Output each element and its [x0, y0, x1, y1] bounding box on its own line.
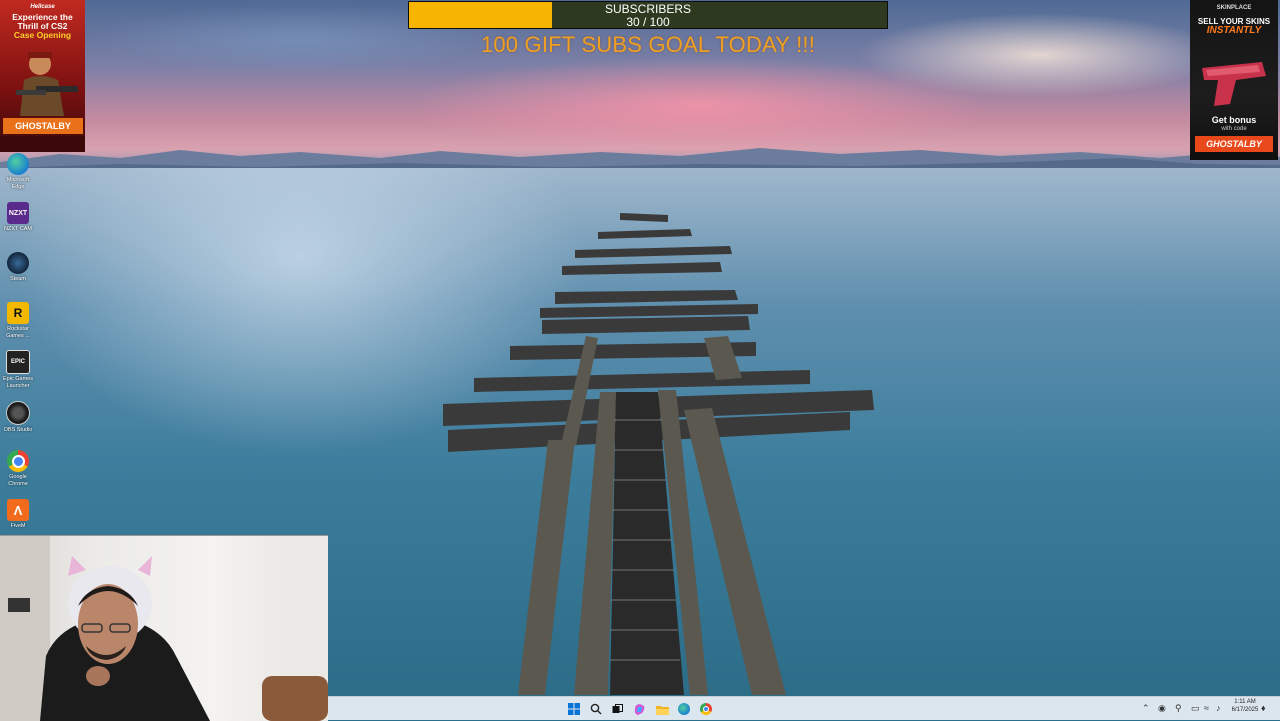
rockstar-icon: R — [7, 302, 29, 324]
hellcase-logo: Hellcase — [30, 4, 55, 10]
desktop-icon-label: Epic Games Launcher — [3, 376, 33, 389]
desktop-icon-label: Steam — [10, 276, 26, 282]
desktop-icon-label: NZXT CAM — [3, 226, 32, 232]
file-explorer-button[interactable] — [654, 701, 670, 717]
desktop-icon-steam[interactable]: Steam — [2, 252, 34, 283]
ad-right-with-code: with code — [1221, 126, 1247, 132]
start-button[interactable] — [566, 701, 582, 717]
clock-time: 1:11 AM — [1234, 699, 1256, 705]
ad-right-headline-2: INSTANTLY — [1206, 25, 1262, 36]
desktop-icon-chrome[interactable]: Google Chrome — [2, 450, 34, 487]
task-view-button[interactable] — [609, 701, 625, 717]
taskbar-chrome-button[interactable] — [698, 701, 714, 717]
subscriber-goal-count: 30 / 100 — [626, 15, 670, 29]
gift-subs-goal-banner: 100 GIFT SUBS GOAL TODAY !!! — [480, 32, 816, 57]
wifi-icon[interactable]: ≈ — [1204, 703, 1209, 713]
ad-right-code: GHOSTALBY — [1195, 136, 1273, 152]
steam-icon — [7, 252, 29, 274]
subscriber-goal-bar: SUBSCRIBERS 30 / 100 — [408, 1, 888, 29]
taskbar-clock[interactable]: 1:11 AM 6/17/2025 — [1226, 698, 1264, 714]
desktop-icon-label: Microsoft Edge — [6, 177, 30, 190]
task-view-icon — [612, 703, 623, 713]
file-explorer-icon — [655, 705, 669, 715]
ad-right-bonus: Get bonus — [1211, 115, 1257, 125]
show-hidden-icons-icon[interactable]: ⌃ — [1142, 703, 1150, 714]
desktop-icon-edge[interactable]: Microsoft Edge — [2, 153, 34, 190]
desktop-icon-nzxt-cam[interactable]: NZXT NZXT CAM — [2, 202, 34, 233]
edge-icon — [678, 703, 690, 715]
network-icon[interactable]: ◉ — [1158, 703, 1166, 714]
copilot-button[interactable] — [631, 701, 647, 717]
chrome-icon — [7, 450, 29, 472]
desktop-icon-obs[interactable]: OBS Studio — [2, 401, 34, 434]
obs-icon — [6, 401, 30, 425]
subscriber-goal-text: SUBSCRIBERS 30 / 100 — [409, 2, 887, 29]
hellcase-ad[interactable]: Hellcase Experience the Thrill of CS2 Ca… — [0, 0, 85, 152]
nzxt-icon: NZXT — [7, 202, 29, 224]
clock-date: 6/17/2025 — [1231, 707, 1259, 713]
microphone-icon[interactable]: ⚲ — [1175, 703, 1182, 714]
edge-icon — [7, 153, 29, 175]
ad-left-headline-3: Case Opening — [13, 30, 72, 40]
desktop-icon-label: Rockstar Games ... — [6, 326, 30, 339]
desktop-icon-rockstar[interactable]: R Rockstar Games ... — [2, 302, 34, 339]
taskbar-edge-button[interactable] — [676, 701, 692, 717]
skinplace-logo: SKINPLACE — [1216, 5, 1252, 11]
ad-left-code: GHOSTALBY — [3, 118, 83, 134]
epic-icon: EPIC — [6, 350, 30, 374]
pistol-illustration-icon — [1202, 62, 1266, 106]
taskbar: ⌃ ◉ ⚲ ▭ ≈ ♪ ♦ — [328, 696, 1280, 720]
desktop-icon-label: FiveM — [10, 523, 26, 529]
webcam-streamer-image — [0, 536, 328, 721]
desktop-icon-label: OBS Studio — [3, 427, 33, 433]
taskbar-search-button[interactable] — [588, 701, 604, 717]
desktop-icon-fivem[interactable]: Λ FiveM — [2, 499, 34, 530]
desktop-icon-label: Google Chrome — [8, 474, 28, 487]
volume-icon[interactable]: ♪ — [1216, 703, 1221, 713]
chrome-icon — [700, 703, 712, 715]
soldier-illustration-icon — [16, 52, 78, 116]
desktop-icon-epic-games[interactable]: EPIC Epic Games Launcher — [2, 350, 34, 389]
copilot-icon — [634, 703, 644, 715]
search-icon — [590, 703, 602, 715]
fivem-icon: Λ — [7, 499, 29, 521]
display-icon[interactable]: ▭ — [1191, 703, 1200, 714]
start-icon — [568, 703, 580, 715]
webcam-overlay — [0, 535, 328, 721]
skinplace-ad[interactable]: SKINPLACE SELL YOUR SKINS INSTANTLY Get … — [1190, 0, 1278, 160]
